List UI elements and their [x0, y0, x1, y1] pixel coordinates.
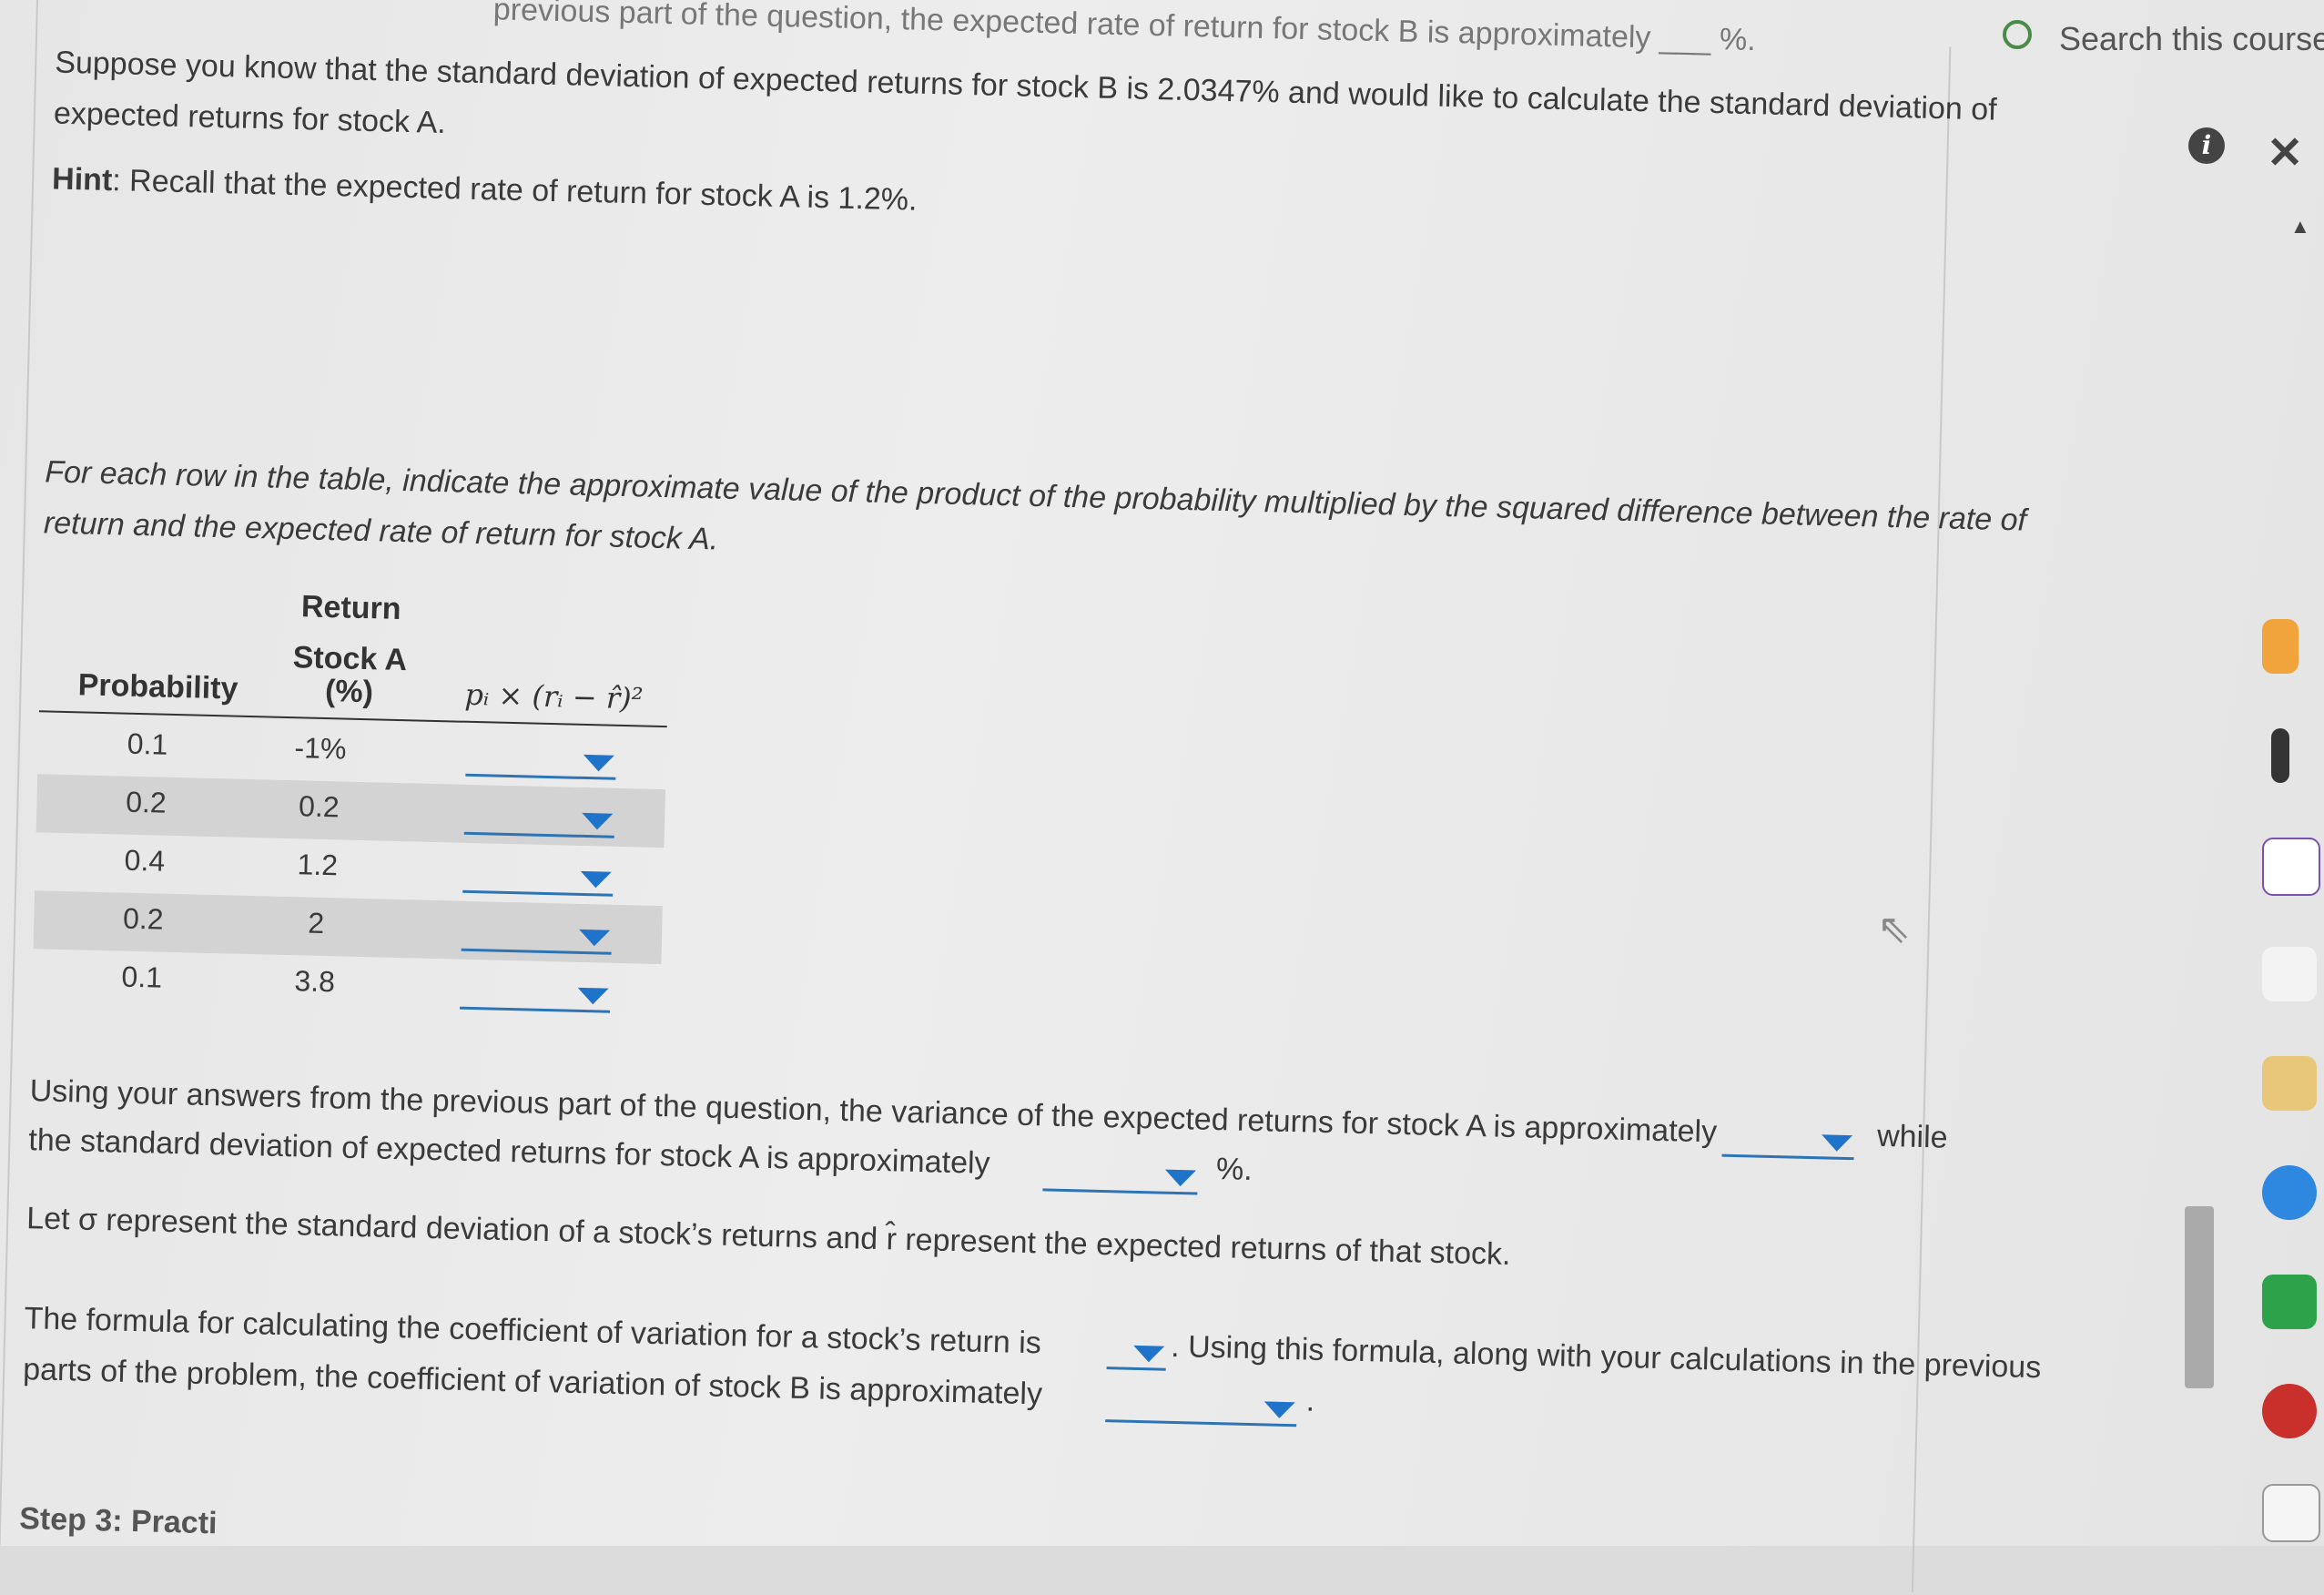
chevron-down-icon [581, 812, 614, 830]
header-probability: Probability [77, 667, 238, 706]
drive-icon[interactable] [2262, 1275, 2317, 1329]
info-icon[interactable]: i [2188, 127, 2225, 164]
chevron-down-icon [580, 870, 612, 889]
step-heading: Step 3: Practi [18, 1501, 218, 1541]
header-return: Return [300, 589, 402, 626]
cell-return: 2 [307, 906, 325, 940]
chevron-down-icon [1132, 1345, 1165, 1363]
cell-return: -1% [294, 731, 347, 766]
cell-return: 3.8 [294, 964, 336, 999]
returns-table: Return Stock A Probability (%) pᵢ × (rᵢ … [33, 583, 670, 1013]
row-2-dropdown[interactable] [463, 804, 615, 838]
while-text: while [1876, 1118, 1949, 1155]
cell-probability: 0.1 [127, 726, 168, 761]
app-icon[interactable] [2262, 1056, 2317, 1111]
chevron-down-icon [1164, 1169, 1196, 1187]
cv-formula-dropdown[interactable] [1106, 1339, 1167, 1371]
cell-probability: 0.4 [124, 843, 166, 878]
cell-return: 0.2 [298, 789, 340, 824]
cloud-icon[interactable] [2262, 1165, 2317, 1220]
app-icon[interactable] [2262, 1384, 2317, 1438]
close-icon[interactable]: ✕ [2267, 127, 2303, 178]
chevron-down-icon [577, 987, 609, 1005]
row-1-dropdown[interactable] [465, 746, 617, 780]
cv-value-dropdown[interactable] [1105, 1392, 1297, 1427]
sigma-definition: Let σ represent the standard deviation o… [25, 1201, 1511, 1272]
cv-line-1b: . Using this formula, along with your ca… [1170, 1328, 2042, 1386]
intro-line-2: expected returns for stock A. [53, 96, 447, 141]
app-icon[interactable] [2262, 947, 2317, 1001]
app-icon[interactable] [2262, 619, 2299, 674]
chevron-down-icon [1263, 1401, 1295, 1419]
percent-text: %. [1215, 1152, 1253, 1188]
cv-end: . [1305, 1383, 1315, 1418]
app-icon[interactable] [2262, 838, 2320, 896]
chevron-down-icon [583, 754, 614, 772]
header-formula: pᵢ × (rᵢ − r̂)² [464, 676, 644, 716]
row-4-dropdown[interactable] [461, 920, 613, 955]
cell-probability: 0.1 [121, 960, 163, 994]
mouse-cursor-icon: ⇖ [1877, 907, 1911, 951]
cell-probability: 0.2 [122, 901, 165, 936]
question-panel: previous part of the question, the expec… [0, 0, 2042, 1592]
row-3-dropdown[interactable] [462, 862, 614, 897]
header-percent: (%) [324, 673, 374, 710]
hint-text: : Recall that the expected rate of retur… [111, 163, 918, 218]
chevron-down-icon [1821, 1134, 1853, 1153]
app-icon[interactable] [2262, 1484, 2320, 1542]
app-dock [2235, 546, 2324, 1546]
hint: Hint: Recall that the expected rate of r… [52, 153, 918, 225]
std-dev-dropdown[interactable] [1042, 1161, 1199, 1195]
row-5-dropdown[interactable] [460, 979, 611, 1013]
app-icon[interactable] [2271, 728, 2289, 783]
cell-probability: 0.2 [125, 785, 167, 819]
variance-dropdown[interactable] [1721, 1126, 1855, 1161]
page: previous part of the question, the expec… [0, 0, 2324, 1592]
search-course-link[interactable]: Search this course [2059, 20, 2324, 58]
cell-return: 1.2 [297, 848, 339, 882]
chevron-down-icon [578, 929, 611, 947]
search-icon[interactable] [2003, 20, 2032, 49]
scrollbar-thumb[interactable] [2185, 1206, 2214, 1388]
hint-label: Hint [51, 161, 113, 198]
scroll-up-arrow-icon[interactable]: ▲ [2290, 215, 2310, 239]
